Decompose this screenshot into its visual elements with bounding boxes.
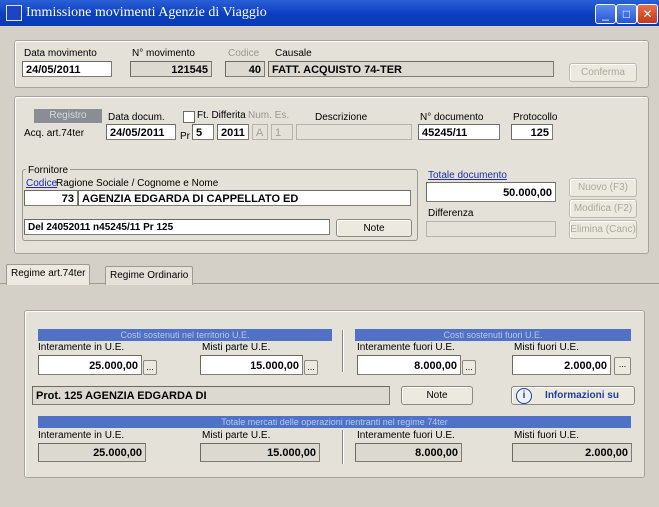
- totali-separator: [342, 430, 343, 464]
- misti-ue-field[interactable]: 15.000,00: [200, 355, 303, 375]
- int-fuori-label: Interamente fuori U.E.: [357, 342, 455, 353]
- tot-misti-fuori-label: Misti fuori U.E.: [514, 430, 580, 441]
- totale-documento-link[interactable]: Totale documento: [428, 170, 507, 181]
- tot-misti-ue-label: Misti parte U.E.: [202, 430, 271, 441]
- cont-a-field[interactable]: A: [252, 124, 268, 140]
- totale-documento-field[interactable]: 50.000,00: [426, 182, 556, 202]
- descrizione-label: Descrizione: [315, 112, 368, 123]
- protocollo-descrizione-field[interactable]: Prot. 125 AGENZIA EDGARDA DI: [32, 386, 390, 405]
- tot-int-ue-field: 25.000,00: [38, 443, 146, 462]
- differenza-label: Differenza: [428, 208, 474, 219]
- ft-differita-label: Ft. Differita: [197, 110, 246, 121]
- n-documento-label: N° documento: [420, 112, 484, 123]
- informazioni-button[interactable]: i Informazioni su: [511, 386, 635, 405]
- costi-separator: [342, 330, 343, 372]
- costi-note-button[interactable]: Note: [401, 386, 473, 405]
- fornitore-descrizione-field[interactable]: Del 24052011 n45245/11 Pr 125: [24, 219, 330, 235]
- causale-label: Causale: [275, 48, 312, 59]
- codice-fornitore-field[interactable]: 73: [24, 190, 78, 206]
- minimize-button[interactable]: _: [595, 4, 616, 24]
- registro-badge: Registro: [34, 109, 102, 123]
- costi-esterni-header: Costi sostenuti fuori U.E.: [355, 329, 631, 341]
- tab-strip-line: [0, 283, 659, 284]
- app-icon: [6, 5, 22, 21]
- close-button[interactable]: ✕: [637, 4, 658, 24]
- data-doc-field[interactable]: 24/05/2011: [106, 124, 176, 140]
- int-fuori-ellipsis-button[interactable]: ...: [462, 360, 476, 375]
- tab-regime-74ter[interactable]: Regime art.74ter: [6, 264, 91, 285]
- n-movimento-label: N° movimento: [132, 48, 195, 59]
- int-ue-field[interactable]: 25.000,00: [38, 355, 142, 375]
- causale-field[interactable]: FATT. ACQUISTO 74-TER: [268, 61, 554, 77]
- fornitore-note-button[interactable]: Note: [336, 219, 412, 237]
- window-title: Immissione movimenti Agenzie di Viaggio: [26, 5, 267, 20]
- modifica-button[interactable]: Modifica (F2): [569, 199, 637, 218]
- codice-fornitore-link[interactable]: Codice: [26, 178, 57, 189]
- ft-differita-checkbox[interactable]: [183, 111, 195, 123]
- info-icon: i: [516, 388, 532, 404]
- int-ue-ellipsis-button[interactable]: ...: [143, 360, 157, 375]
- tot-misti-ue-field: 15.000,00: [200, 443, 320, 462]
- title-bar[interactable]: Immissione movimenti Agenzie di Viaggio …: [0, 0, 659, 26]
- codice-causale-field[interactable]: 40: [225, 61, 265, 77]
- int-fuori-field[interactable]: 8.000,00: [357, 355, 461, 375]
- registro-value: Acq. art.74ter: [24, 128, 85, 139]
- pr-field[interactable]: 5: [192, 124, 214, 140]
- n-movimento-field[interactable]: 121545: [130, 61, 212, 77]
- costi-interni-header: Costi sostenuti nel territorio U.E.: [38, 329, 332, 341]
- data-movimento-label: Data movimento: [24, 48, 97, 59]
- cont-b-field[interactable]: 1: [271, 124, 293, 140]
- tot-int-fuori-label: Interamente fuori U.E.: [357, 430, 455, 441]
- maximize-button[interactable]: □: [616, 4, 637, 24]
- tot-int-ue-label: Interamente in U.E.: [38, 430, 125, 441]
- misti-ue-label: Misti parte U.E.: [202, 342, 271, 353]
- misti-fuori-ellipsis-button[interactable]: ...: [614, 357, 631, 375]
- misti-fuori-field[interactable]: 2.000,00: [512, 355, 611, 375]
- ragione-sociale-field[interactable]: AGENZIA EDGARDA DI CAPPELLATO ED: [78, 190, 411, 206]
- pr-label: Pr: [180, 131, 190, 142]
- nuovo-button[interactable]: Nuovo (F3): [569, 178, 637, 197]
- descrizione-field[interactable]: [296, 124, 412, 140]
- int-ue-label: Interamente in U.E.: [38, 342, 125, 353]
- tab-regime-ordinario[interactable]: Regime Ordinario: [105, 266, 194, 285]
- data-doc-label: Data docum.: [108, 112, 165, 123]
- totali-header: Totale mercati delle operazioni rientran…: [38, 416, 631, 428]
- protocollo-field[interactable]: 125: [511, 124, 553, 140]
- misti-fuori-label: Misti fuori U.E.: [514, 342, 580, 353]
- anno-field[interactable]: 2011: [217, 124, 249, 140]
- misti-ue-ellipsis-button[interactable]: ...: [304, 360, 318, 375]
- tot-misti-fuori-field: 2.000,00: [512, 443, 632, 462]
- codice-label: Codice: [228, 48, 260, 59]
- differenza-field[interactable]: [426, 221, 556, 237]
- num-es-label: Num. Es.: [248, 110, 290, 121]
- elimina-button[interactable]: Elimina (Canc): [569, 220, 637, 239]
- data-movimento-field[interactable]: 24/05/2011: [22, 61, 112, 77]
- fornitore-label: Fornitore: [26, 165, 71, 176]
- conferma-button[interactable]: Conferma: [569, 63, 637, 82]
- informazioni-label: Informazioni su: [545, 390, 619, 401]
- ragione-sociale-label: Ragione Sociale / Cognome e Nome: [56, 178, 219, 189]
- n-documento-field[interactable]: 45245/11: [418, 124, 500, 140]
- tot-int-fuori-field: 8.000,00: [355, 443, 462, 462]
- protocollo-label: Protocollo: [513, 112, 558, 123]
